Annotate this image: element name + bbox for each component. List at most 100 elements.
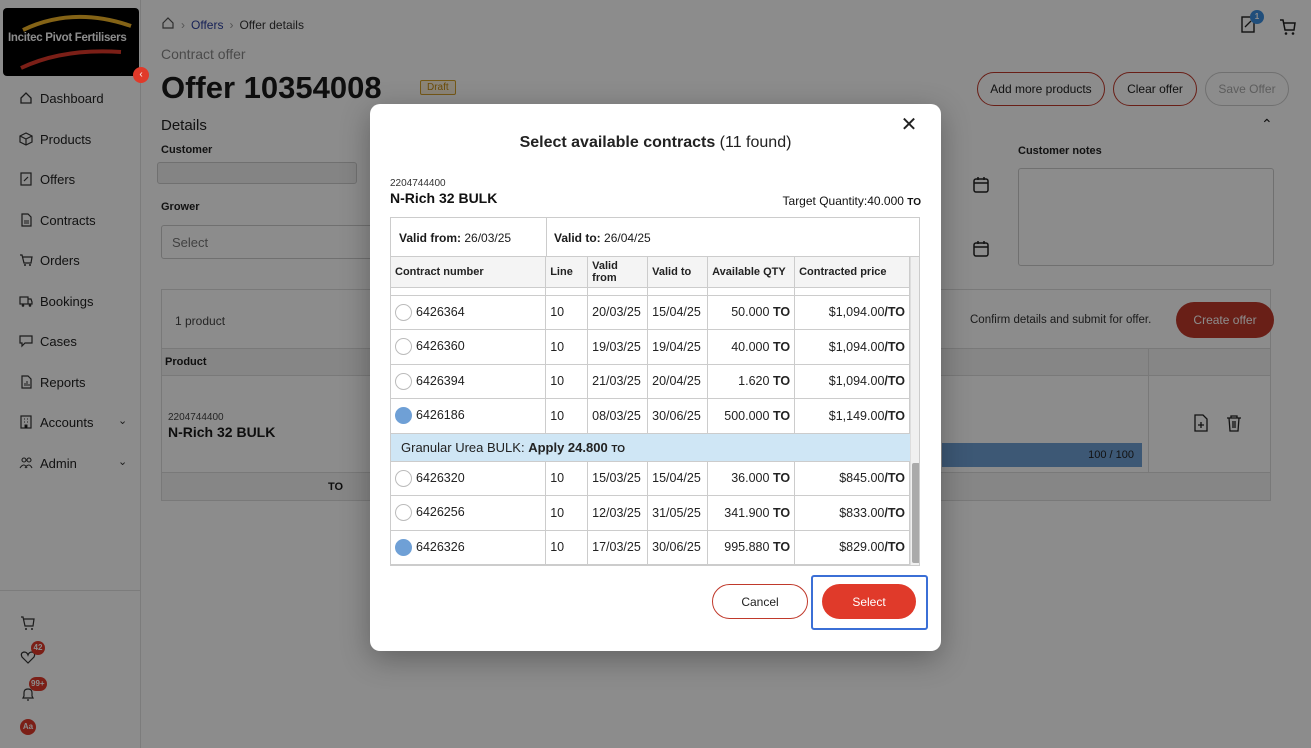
available-qty-cell: 500.000 TO xyxy=(707,398,796,434)
valid-from-cell: 20/03/25 xyxy=(587,295,649,330)
qty-unit: TO xyxy=(772,408,791,423)
modal-title: Select available contracts (11 found) xyxy=(370,134,941,152)
qty-value: 341.900 xyxy=(724,505,770,520)
collapse-sidebar-button[interactable]: ‹ xyxy=(133,67,149,83)
table-cell xyxy=(391,287,547,296)
contract-radio[interactable] xyxy=(395,303,412,321)
target-label: Target Quantity: xyxy=(782,194,868,208)
contracted-price-cell: $1,094.00/TO xyxy=(794,329,910,365)
price-value: $829.00 xyxy=(839,540,885,555)
table-cell xyxy=(647,287,709,296)
contract-radio[interactable] xyxy=(395,338,412,356)
group-label-cell: Granular Urea BULK: Apply 24.800 TO xyxy=(391,433,910,462)
qty-unit: TO xyxy=(772,374,791,389)
contract-number: 6426186 xyxy=(416,408,465,423)
contract-number: 6426326 xyxy=(416,539,465,554)
valid-to: Valid to: 26/04/25 xyxy=(554,231,651,245)
select-button[interactable]: Select xyxy=(822,584,916,619)
contract-number: 6426364 xyxy=(416,304,465,319)
contract-radio[interactable] xyxy=(395,538,412,556)
cancel-button[interactable]: Cancel xyxy=(712,584,808,619)
price-unit: /TO xyxy=(884,505,905,520)
divider xyxy=(546,218,547,256)
table-scrollbar[interactable] xyxy=(910,257,919,565)
price-unit: /TO xyxy=(884,305,905,320)
table-cell xyxy=(587,287,649,296)
price-value: $833.00 xyxy=(839,505,885,520)
contract-row[interactable]: 6426320 10 15/03/25 15/04/25 36.000 TO $845.0… xyxy=(391,461,910,496)
available-qty-cell: 40.000 TO xyxy=(707,329,796,365)
price-value: $1,094.00 xyxy=(828,305,885,320)
contract-number-cell: 6426364 xyxy=(391,295,547,330)
qty-unit: TO xyxy=(772,339,791,354)
qty-value: 36.000 xyxy=(731,471,770,486)
contract-row[interactable]: 6426256 10 12/03/25 31/05/25 341.900 TO $833.… xyxy=(391,495,910,531)
product-name: N-Rich 32 BULK xyxy=(390,190,498,206)
contract-number-cell: 6426360 xyxy=(391,329,547,365)
table-cell xyxy=(794,287,910,296)
contract-number-cell: 6426320 xyxy=(391,461,547,496)
contracts-table: Contract number Line Valid from Valid to… xyxy=(390,256,920,566)
validity-row: Valid from: 26/03/25 Valid to: 26/04/25 xyxy=(390,217,920,257)
qty-unit: TO xyxy=(772,540,791,555)
qty-value: 500.000 xyxy=(724,408,770,423)
contracted-price-cell: $829.00/TO xyxy=(794,530,910,565)
group-unit: TO xyxy=(611,443,626,455)
price-value: $845.00 xyxy=(839,471,885,486)
qty-unit: TO xyxy=(772,471,791,486)
valid-to-cell: 15/04/25 xyxy=(647,295,709,330)
column-header: Valid to xyxy=(647,257,709,288)
modal-title-text: Select available contracts xyxy=(519,134,716,151)
valid-from-cell: 12/03/25 xyxy=(587,495,649,531)
price-unit: /TO xyxy=(884,374,905,389)
scrollbar-thumb[interactable] xyxy=(912,463,919,563)
contract-number: 6426256 xyxy=(416,505,465,520)
qty-value: 50.000 xyxy=(731,305,770,320)
available-qty-cell: 995.880 TO xyxy=(707,530,796,565)
contract-row[interactable]: 6426326 10 17/03/25 30/06/25 995.880 TO $829.… xyxy=(391,530,910,565)
column-header: Contracted price xyxy=(794,257,910,288)
contract-row[interactable]: 6426364 10 20/03/25 15/04/25 50.000 TO $1,094… xyxy=(391,295,910,330)
available-qty-cell: 36.000 TO xyxy=(707,461,796,496)
contract-row[interactable]: 6426360 10 19/03/25 19/04/25 40.000 TO $1,094… xyxy=(391,329,910,365)
price-value: $1,149.00 xyxy=(828,408,885,423)
available-qty-cell: 341.900 TO xyxy=(707,495,796,531)
contract-number-cell: 6426186 xyxy=(391,398,547,434)
column-header: Contract number xyxy=(391,257,547,288)
table-header-row: Contract number Line Valid from Valid to… xyxy=(391,257,910,288)
partial-table-row xyxy=(391,287,910,296)
valid-from-cell: 17/03/25 xyxy=(587,530,649,565)
qty-unit: TO xyxy=(772,505,791,520)
contract-number: 6426394 xyxy=(416,373,465,388)
close-icon[interactable]: ✕ xyxy=(900,115,918,135)
valid-from-cell: 08/03/25 xyxy=(587,398,649,434)
valid-to-cell: 20/04/25 xyxy=(647,364,709,399)
price-value: $1,094.00 xyxy=(828,374,885,389)
target-quantity: Target Quantity:40.000 TO xyxy=(783,194,921,208)
valid-from-cell: 21/03/25 xyxy=(587,364,649,399)
available-qty-cell: 50.000 TO xyxy=(707,295,796,330)
contract-radio[interactable] xyxy=(395,372,412,390)
contract-row[interactable]: 6426186 10 08/03/25 30/06/25 500.000 TO $1,14… xyxy=(391,398,910,434)
contract-number: 6426360 xyxy=(416,339,465,354)
modal-found-count: (11 found) xyxy=(719,134,792,151)
valid-from: Valid from: 26/03/25 xyxy=(399,231,511,245)
qty-value: 40.000 xyxy=(731,339,770,354)
valid-to-value: 26/04/25 xyxy=(604,231,651,245)
target-unit: TO xyxy=(907,197,921,208)
available-qty-cell: 1.620 TO xyxy=(707,364,796,399)
price-unit: /TO xyxy=(884,540,905,555)
line-cell: 10 xyxy=(545,329,589,365)
column-header: Available QTY xyxy=(707,257,796,288)
contract-row[interactable]: 6426394 10 21/03/25 20/04/25 1.620 TO $1,094.… xyxy=(391,364,910,399)
price-unit: /TO xyxy=(884,339,905,354)
qty-value: 1.620 xyxy=(738,374,770,389)
contract-radio[interactable] xyxy=(395,407,412,425)
column-header: Valid from xyxy=(587,257,649,288)
contract-radio[interactable] xyxy=(395,469,412,487)
product-code: 2204744400 xyxy=(390,178,446,189)
qty-value: 995.880 xyxy=(724,540,770,555)
valid-from-value: 26/03/25 xyxy=(464,231,512,245)
contract-radio[interactable] xyxy=(395,504,412,522)
qty-unit: TO xyxy=(772,305,791,320)
